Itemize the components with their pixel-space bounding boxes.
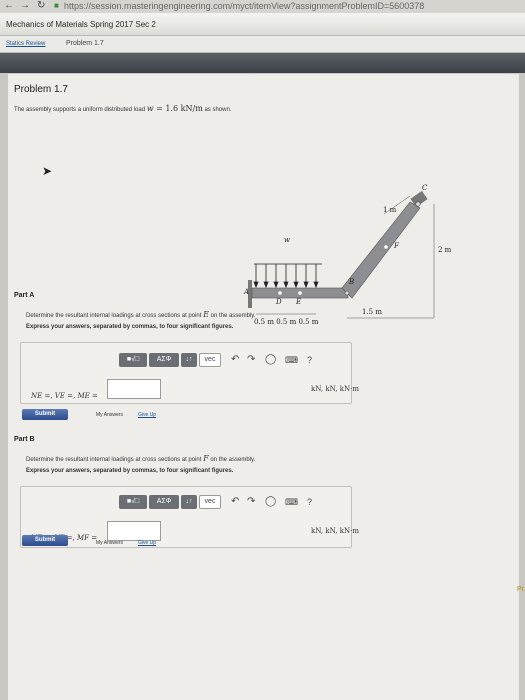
label-b: B — [348, 278, 354, 286]
part-a-label[interactable]: Part A — [14, 292, 34, 299]
part-b-desc-suffix: on the assembly. — [208, 457, 256, 463]
reset-icon[interactable]: ◯ — [265, 353, 276, 367]
problem-suffix: as shown. — [202, 107, 232, 113]
part-a-math-toolbar: ■√□ AΣΦ ↓↑ vec ↶ ↷ ◯ ⌨ ? — [119, 353, 349, 367]
part-b-instructions: Express your answers, separated by comma… — [26, 468, 234, 474]
back-arrow-icon[interactable]: ← — [4, 0, 14, 11]
part-b-answer-input[interactable] — [107, 521, 161, 541]
part-a-answer-label: NE =, VE =, ME = — [31, 392, 98, 400]
course-header: Mechanics of Materials Spring 2017 Sec 2 — [0, 13, 525, 36]
part-b-give-up-link[interactable]: Give Up — [138, 540, 156, 546]
part-a-desc-text: Determine the resultant internal loading… — [26, 313, 204, 319]
arrows-button[interactable]: ↓↑ — [181, 495, 197, 509]
label-d: D — [275, 298, 282, 306]
breadcrumb: Statics Review Problem 1.7 — [0, 36, 525, 53]
load-value: = 1.6 kN/m — [153, 104, 203, 113]
forward-arrow-icon[interactable]: → — [20, 0, 30, 11]
keyboard-icon[interactable]: ⌨ — [285, 495, 298, 509]
lock-icon: ■ — [54, 1, 59, 10]
label-a: A — [243, 288, 249, 296]
dimension-1m: 1 m — [383, 206, 397, 214]
vec-button[interactable]: vec — [199, 495, 221, 509]
point-d-marker — [278, 291, 282, 295]
arrows-button[interactable]: ↓↑ — [181, 353, 197, 367]
part-b-my-answers-link[interactable]: My Answers — [96, 540, 123, 546]
course-title[interactable]: Mechanics of Materials Spring 2017 Sec 2 — [6, 20, 156, 29]
keyboard-icon[interactable]: ⌨ — [285, 353, 298, 367]
part-a-description: Determine the resultant internal loading… — [26, 310, 256, 319]
point-e-marker — [298, 291, 302, 295]
assembly-figure: A D E B C F w 1 m 2 m 1.5 m 0.5 m 0.5 m … — [243, 184, 452, 326]
part-a-instructions: Express your answers, separated by comma… — [26, 324, 234, 330]
toolbar-band — [0, 53, 525, 73]
templates-button[interactable]: ■√□ — [119, 495, 147, 509]
part-b-answer-box: ■√□ AΣΦ ↓↑ vec ↶ ↷ ◯ ⌨ ? NF =, VF =, MF … — [20, 486, 359, 548]
distributed-load-arrows — [253, 263, 322, 289]
part-a-my-answers-link[interactable]: My Answers — [96, 412, 123, 418]
templates-button[interactable]: ■√□ — [119, 353, 147, 367]
point-f-marker — [384, 245, 388, 249]
part-a-answer-row: NE =, VE =, ME = — [31, 385, 98, 403]
part-a-units: kN, kN, kN·m — [311, 385, 359, 393]
reload-icon[interactable]: ↻ — [37, 0, 45, 11]
provide-feedback-link[interactable]: Pr — [517, 586, 524, 593]
breadcrumb-current: Problem 1.7 — [66, 40, 104, 47]
load-symbol: w — [146, 104, 154, 113]
part-b-submit-button[interactable]: Submit — [22, 535, 68, 546]
help-button[interactable]: ? — [307, 353, 312, 367]
label-w: w — [284, 236, 290, 244]
label-f: F — [393, 242, 400, 250]
redo-icon[interactable]: ↷ — [247, 495, 255, 509]
breadcrumb-link-statics-review[interactable]: Statics Review — [6, 41, 45, 47]
part-b-math-toolbar: ■√□ AΣΦ ↓↑ vec ↶ ↷ ◯ ⌨ ? — [119, 495, 349, 509]
pin-b — [344, 290, 350, 296]
part-a-desc-suffix: on the assembly. — [208, 313, 256, 319]
vec-button[interactable]: vec — [199, 353, 221, 367]
part-a-submit-button[interactable]: Submit — [22, 409, 68, 420]
help-button[interactable]: ? — [307, 495, 312, 509]
part-b-units: kN, kN, kN·m — [311, 527, 359, 535]
greek-symbols-button[interactable]: AΣΦ — [149, 353, 179, 367]
problem-panel: Problem 1.7 The assembly supports a unif… — [8, 74, 519, 700]
dimension-1-5m: 1.5 m — [362, 308, 382, 316]
dimension-bottom: 0.5 m 0.5 m 0.5 m — [254, 318, 319, 326]
label-e: E — [295, 298, 301, 306]
browser-address-bar: ← → ↻ ■ https://session.masteringenginee… — [0, 0, 525, 14]
redo-icon[interactable]: ↷ — [247, 353, 255, 367]
part-a-answer-input[interactable] — [107, 379, 161, 399]
reset-icon[interactable]: ◯ — [265, 495, 276, 509]
part-b-desc-text: Determine the resultant internal loading… — [26, 457, 204, 463]
url-field[interactable]: https://session.masteringengineering.com… — [64, 1, 424, 11]
dimension-2m: 2 m — [438, 246, 452, 254]
part-a-give-up-link[interactable]: Give Up — [138, 412, 156, 418]
mouse-cursor-icon: ➤ — [42, 164, 53, 178]
problem-statement: The assembly supports a uniform distribu… — [14, 104, 231, 113]
page-title: Problem 1.7 — [14, 84, 68, 95]
greek-symbols-button[interactable]: AΣΦ — [149, 495, 179, 509]
part-b-label[interactable]: Part B — [14, 436, 35, 443]
part-b-description: Determine the resultant internal loading… — [26, 454, 255, 463]
undo-icon[interactable]: ↶ — [231, 495, 239, 509]
problem-intro: The assembly supports a uniform distribu… — [14, 107, 147, 113]
undo-icon[interactable]: ↶ — [231, 353, 239, 367]
part-a-answer-box: ■√□ AΣΦ ↓↑ vec ↶ ↷ ◯ ⌨ ? NE =, VE =, ME … — [20, 342, 359, 404]
label-c: C — [422, 184, 428, 192]
